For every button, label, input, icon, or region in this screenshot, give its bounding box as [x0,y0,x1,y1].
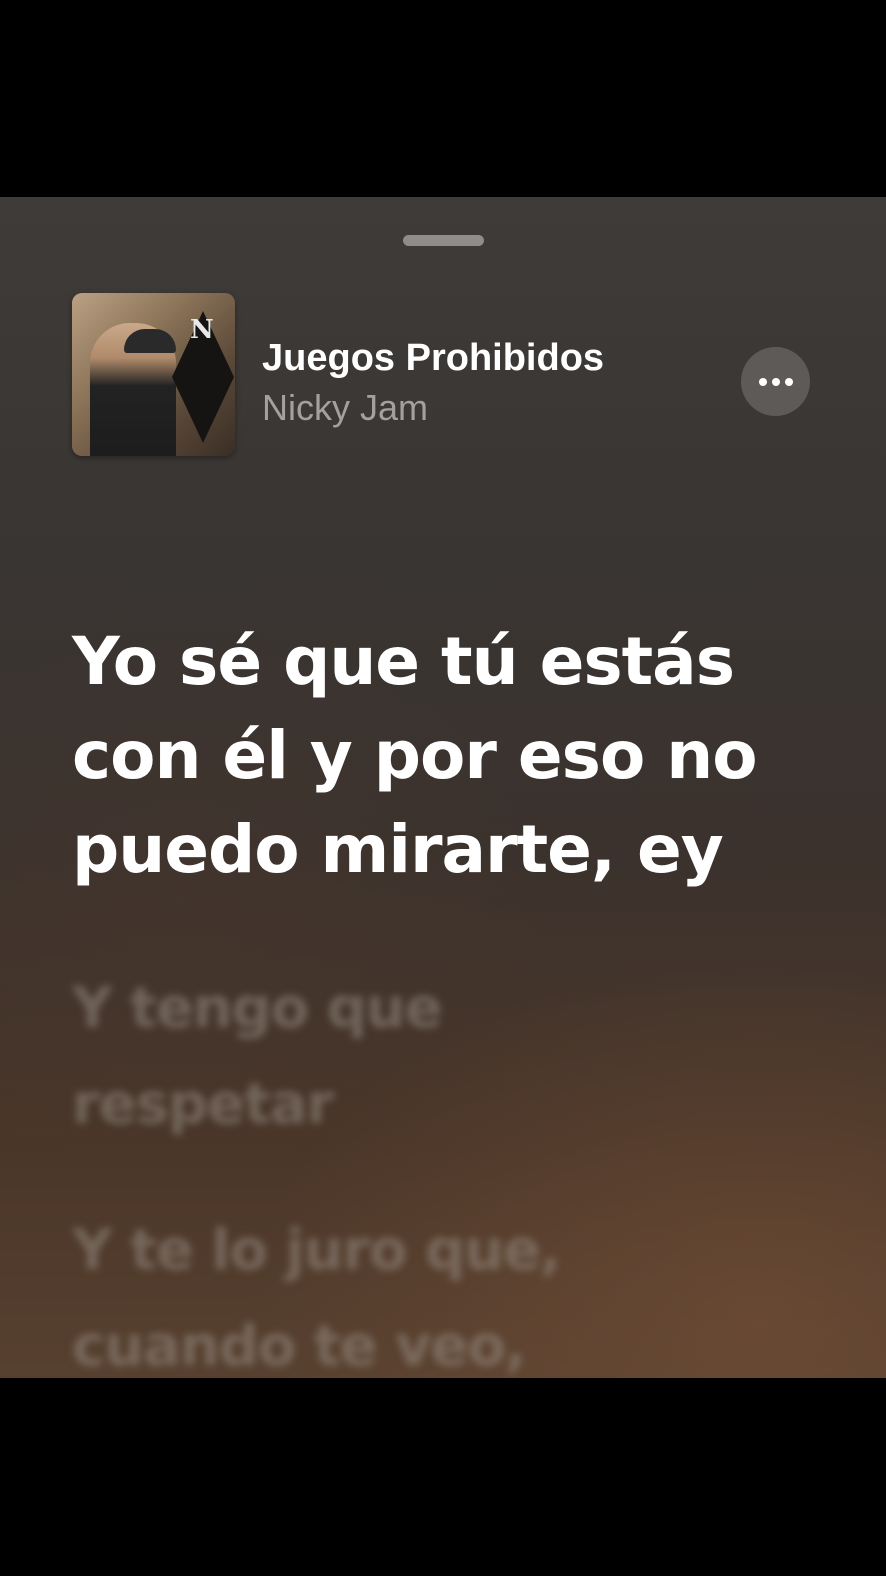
song-title: Juegos Prohibidos [262,337,605,379]
ellipsis-icon [784,377,793,386]
more-options-button[interactable] [741,347,810,416]
lyrics-sheet: N Juegos Prohibidos Nicky Jam Yo sé que … [0,197,886,1378]
upcoming-lyric-line[interactable]: Y tengo que respetar [72,961,712,1153]
artist-name[interactable]: Nicky Jam [262,387,428,429]
album-artwork[interactable]: N [72,293,235,456]
artist-photo [90,323,176,456]
cap-shape [124,329,176,353]
sheet-drag-handle[interactable] [403,235,484,246]
album-logo-icon: N [190,315,214,345]
ellipsis-icon [758,377,767,386]
ellipsis-icon [771,377,780,386]
upcoming-lyric-line[interactable]: Y te lo juro que, cuando te veo, [72,1203,712,1378]
current-lyric-line[interactable]: Yo sé que tú estás con él y por eso no p… [72,615,862,897]
